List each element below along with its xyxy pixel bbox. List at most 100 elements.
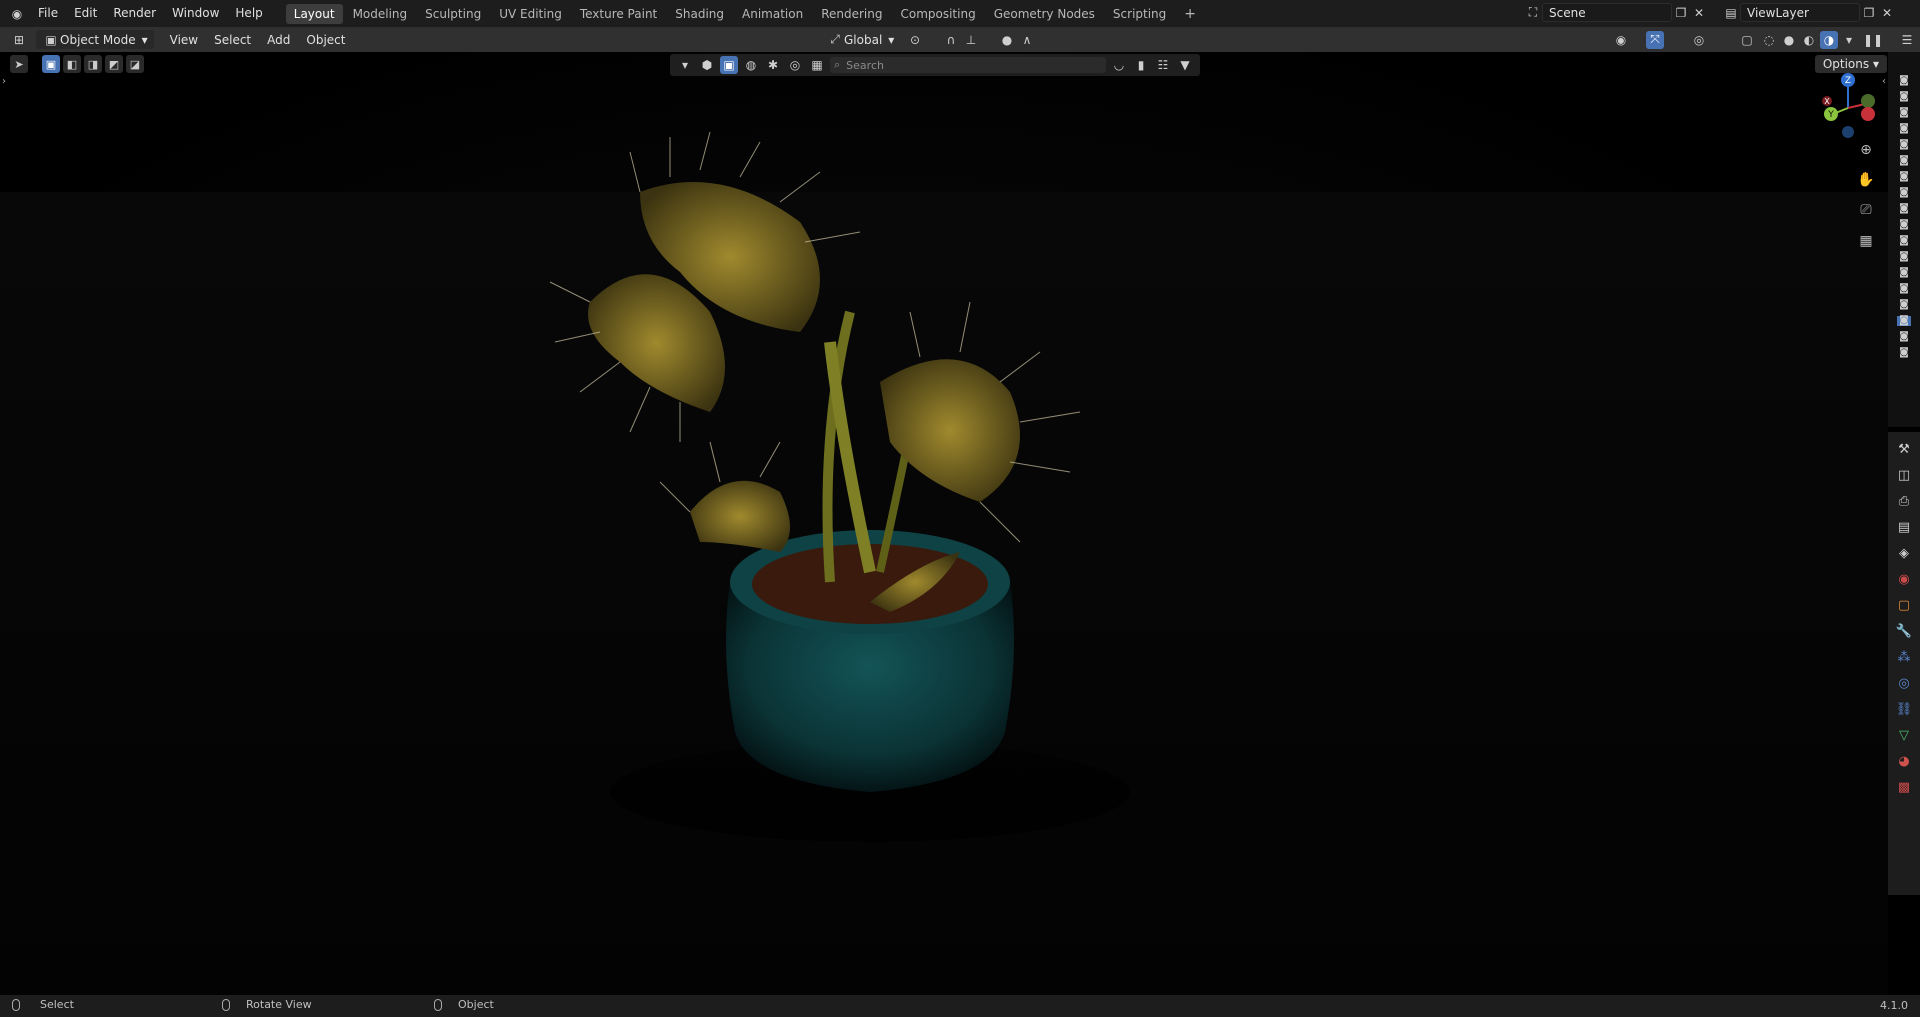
render-camera-icon[interactable]: ◙ — [1897, 108, 1911, 118]
bookmark-icon[interactable]: ▮ — [1132, 56, 1150, 74]
search-input[interactable]: ⌕ Search — [830, 57, 1106, 73]
blender-logo-icon[interactable]: ◉ — [8, 5, 26, 23]
sort-icon[interactable]: ☷ — [1154, 56, 1172, 74]
tool-select-icon[interactable]: ➤ — [10, 55, 28, 73]
tab-modeling[interactable]: Modeling — [345, 4, 416, 24]
tool-settings-icon[interactable]: ⚒ — [1895, 440, 1913, 458]
tab-geometry-nodes[interactable]: Geometry Nodes — [986, 4, 1103, 24]
particles-properties-icon[interactable]: ⁂ — [1895, 648, 1913, 666]
funnel-filter-icon[interactable]: ▼ — [1176, 56, 1194, 74]
render-camera-icon[interactable]: ◙ — [1897, 172, 1911, 182]
filter-link-icon[interactable]: ◡ — [1110, 56, 1128, 74]
toolbar-expand-icon[interactable]: › — [2, 76, 6, 87]
visibility-icon[interactable]: ◉ — [1612, 31, 1630, 49]
pivot-point-icon[interactable]: ⊙ — [906, 31, 924, 49]
select-invert-icon[interactable]: ◩ — [105, 55, 123, 73]
new-scene-icon[interactable]: ❐ — [1672, 4, 1690, 22]
camera-filter-icon[interactable]: ▦ — [808, 56, 826, 74]
tab-rendering[interactable]: Rendering — [813, 4, 890, 24]
select-new-icon[interactable]: ▣ — [42, 55, 60, 73]
light-filter-icon[interactable]: ✱ — [764, 56, 782, 74]
overlays-icon[interactable]: ◎ — [1690, 31, 1708, 49]
constraints-properties-icon[interactable]: ⛓ — [1895, 700, 1913, 718]
shading-options-icon[interactable]: ▾ — [1840, 31, 1858, 49]
output-properties-icon[interactable]: ⎙ — [1895, 492, 1913, 510]
new-view-layer-icon[interactable]: ❐ — [1860, 4, 1878, 22]
render-camera-icon[interactable]: ◙ — [1897, 300, 1911, 310]
object-type-filter-icon[interactable]: ⬢ — [698, 56, 716, 74]
render-camera-icon[interactable]: ◙ — [1897, 268, 1911, 278]
render-properties-icon[interactable]: ◫ — [1895, 466, 1913, 484]
scene-name-field[interactable]: Scene — [1542, 3, 1672, 22]
material-shading-icon[interactable]: ◐ — [1800, 31, 1818, 49]
outliner-editor-icon[interactable]: ☰ — [1898, 31, 1916, 49]
view-layer-properties-icon[interactable]: ▤ — [1895, 518, 1913, 536]
menu-select[interactable]: Select — [206, 33, 259, 47]
view-layer-name-field[interactable]: ViewLayer — [1740, 3, 1860, 22]
data-properties-icon[interactable]: ▽ — [1895, 726, 1913, 744]
display-mode-chevron-icon[interactable]: ▾ — [676, 56, 694, 74]
transform-orientation-dropdown[interactable]: ⤢ Global ▾ — [820, 30, 900, 49]
world-filter-icon[interactable]: ◎ — [786, 56, 804, 74]
pause-render-icon[interactable]: ❚❚ — [1863, 31, 1883, 49]
render-camera-icon[interactable]: ◙ — [1897, 76, 1911, 86]
render-camera-icon[interactable]: ◙ — [1897, 156, 1911, 166]
menu-help[interactable]: Help — [227, 0, 270, 27]
scene-properties-icon[interactable]: ◈ — [1895, 544, 1913, 562]
render-camera-icon[interactable]: ◙ — [1897, 92, 1911, 102]
render-camera-icon[interactable]: ◙ — [1897, 284, 1911, 294]
view-layer-icon[interactable]: ▤ — [1722, 4, 1740, 22]
render-camera-icon[interactable]: ◙ — [1897, 252, 1911, 262]
select-intersect-icon[interactable]: ◪ — [126, 55, 144, 73]
render-camera-icon[interactable]: ◙ — [1897, 316, 1911, 326]
tab-layout[interactable]: Layout — [285, 3, 343, 24]
tab-animation[interactable]: Animation — [734, 4, 811, 24]
texture-properties-icon[interactable]: ▩ — [1895, 778, 1913, 796]
select-subtract-icon[interactable]: ◨ — [84, 55, 102, 73]
xray-icon[interactable]: ▢ — [1738, 31, 1756, 49]
tab-shading[interactable]: Shading — [667, 4, 732, 24]
material-properties-icon[interactable]: ◕ — [1895, 752, 1913, 770]
snap-icon[interactable]: ∩ — [942, 31, 960, 49]
tab-sculpting[interactable]: Sculpting — [417, 4, 489, 24]
rendered-shading-icon[interactable]: ◑ — [1820, 30, 1838, 49]
tab-compositing[interactable]: Compositing — [892, 4, 983, 24]
menu-object[interactable]: Object — [298, 33, 353, 47]
wireframe-shading-icon[interactable]: ◌ — [1760, 31, 1778, 49]
menu-view[interactable]: View — [162, 33, 206, 47]
menu-window[interactable]: Window — [164, 0, 227, 27]
solid-shading-icon[interactable]: ● — [1780, 31, 1798, 49]
delete-view-layer-icon[interactable]: ✕ — [1878, 4, 1896, 22]
perspective-grid-icon[interactable]: ▦ — [1854, 229, 1878, 253]
camera-view-icon[interactable]: ⎚ — [1854, 198, 1878, 222]
menu-edit[interactable]: Edit — [66, 0, 105, 27]
menu-add[interactable]: Add — [259, 33, 298, 47]
material-filter-icon[interactable]: ◍ — [742, 56, 760, 74]
render-camera-icon[interactable]: ◙ — [1897, 188, 1911, 198]
render-camera-icon[interactable]: ◙ — [1897, 236, 1911, 246]
delete-scene-icon[interactable]: ✕ — [1690, 4, 1708, 22]
proportional-editing-icon[interactable]: ● — [998, 31, 1016, 49]
add-workspace-icon[interactable]: + — [1176, 3, 1204, 25]
sidebar-expand-icon[interactable]: ‹ — [1882, 76, 1886, 87]
viewport-3d[interactable]: ➤ ▣ ◧ ◨ ◩ ◪ ▾ ⬢ ▣ ◍ ✱ ◎ ▦ ⌕ Search ◡ ▮ ☷… — [0, 52, 1888, 995]
render-camera-icon[interactable]: ◙ — [1897, 348, 1911, 358]
gizmo-toggle-icon[interactable]: ⤧ — [1646, 30, 1664, 49]
world-properties-icon[interactable]: ◉ — [1895, 570, 1913, 588]
modifier-properties-icon[interactable]: 🔧 — [1895, 622, 1913, 640]
render-camera-icon[interactable]: ◙ — [1897, 124, 1911, 134]
editor-type-icon[interactable]: ⊞ — [10, 31, 28, 49]
render-camera-icon[interactable]: ◙ — [1897, 332, 1911, 342]
tab-scripting[interactable]: Scripting — [1105, 4, 1174, 24]
tab-texture-paint[interactable]: Texture Paint — [572, 4, 665, 24]
render-camera-icon[interactable]: ◙ — [1897, 220, 1911, 230]
render-camera-icon[interactable]: ◙ — [1897, 140, 1911, 150]
tab-uv-editing[interactable]: UV Editing — [491, 4, 570, 24]
render-camera-icon[interactable]: ◙ — [1897, 204, 1911, 214]
mode-dropdown[interactable]: ▣ Object Mode ▾ — [36, 30, 154, 49]
zoom-icon[interactable]: ⊕ — [1854, 138, 1878, 162]
physics-properties-icon[interactable]: ◎ — [1895, 674, 1913, 692]
select-extend-icon[interactable]: ◧ — [63, 55, 81, 73]
object-properties-icon[interactable]: ▢ — [1895, 596, 1913, 614]
menu-file[interactable]: File — [30, 0, 66, 27]
